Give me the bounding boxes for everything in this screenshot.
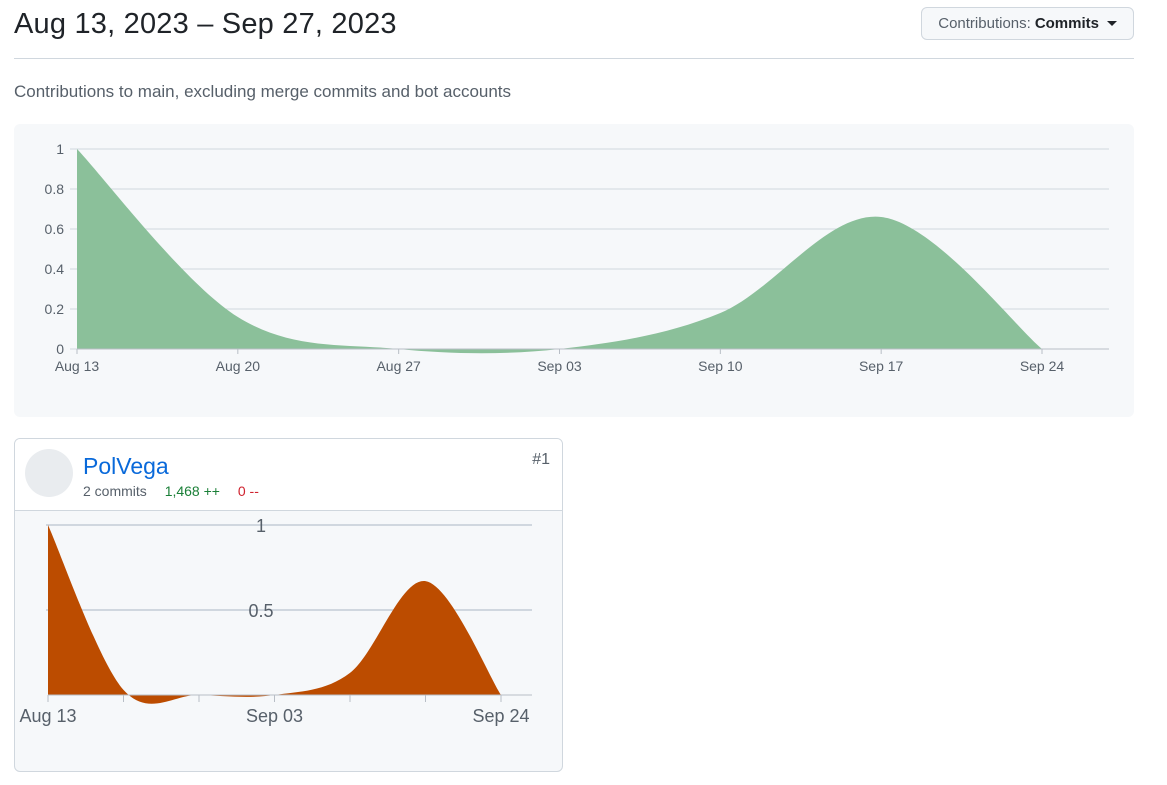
y-tick-label: 1 bbox=[256, 516, 266, 536]
contributor-rank: #1 bbox=[532, 451, 550, 468]
y-tick-label: 0.5 bbox=[248, 601, 273, 621]
contributions-subtitle: Contributions to main, excluding merge c… bbox=[14, 82, 512, 101]
date-range-title: Aug 13, 2023 – Sep 27, 2023 bbox=[14, 8, 397, 40]
contributions-type-button[interactable]: Contributions: Commits bbox=[921, 7, 1134, 40]
contributions-value: Commits bbox=[1034, 15, 1099, 32]
y-tick-label: 1 bbox=[56, 141, 64, 157]
contributions-label: Contributions: bbox=[938, 15, 1031, 32]
x-tick-label: Aug 13 bbox=[55, 358, 100, 374]
commits-overview-chart[interactable]: 0 0.2 0.4 0.6 0.8 1 Aug 13 Aug 20 Aug 27 Sep 03 Se… bbox=[14, 124, 1134, 417]
x-tick-label: Sep 24 bbox=[1020, 358, 1065, 374]
contributor-card: PolVega 2 commits 1,468 ++ 0 -- #1 0.5 1 A… bbox=[14, 438, 563, 772]
commit-count[interactable]: 2 commits bbox=[83, 483, 147, 499]
series-area bbox=[77, 149, 1042, 354]
additions-count: 1,468 ++ bbox=[164, 483, 220, 499]
x-tick-label: Aug 13 bbox=[19, 706, 76, 726]
y-tick-label: 0.4 bbox=[45, 261, 65, 277]
user-avatar-icon[interactable] bbox=[25, 449, 73, 497]
contributor-name-link[interactable]: PolVega bbox=[83, 453, 169, 480]
x-tick-label: Aug 27 bbox=[376, 358, 421, 374]
series-area bbox=[48, 525, 501, 704]
x-tick-label: Sep 24 bbox=[472, 706, 529, 726]
y-tick-label: 0.8 bbox=[45, 181, 65, 197]
deletions-count: 0 -- bbox=[237, 483, 259, 499]
contributor-stats: 2 commits 1,468 ++ 0 -- bbox=[83, 483, 259, 499]
x-tick-label: Sep 03 bbox=[246, 706, 303, 726]
contributor-card-header: PolVega 2 commits 1,468 ++ 0 -- #1 bbox=[15, 439, 562, 511]
contributor-commits-svg: 0.5 1 Aug 13 Sep 03 Sep 24 bbox=[19, 516, 532, 726]
y-tick-label: 0.2 bbox=[45, 301, 65, 317]
y-tick-label: 0 bbox=[56, 341, 64, 357]
x-tick-label: Aug 20 bbox=[216, 358, 261, 374]
x-tick-label: Sep 10 bbox=[698, 358, 743, 374]
commits-overview-svg: 0 0.2 0.4 0.6 0.8 1 Aug 13 Aug 20 Aug 27 Sep 03 Se… bbox=[45, 141, 1109, 374]
page-header: Aug 13, 2023 – Sep 27, 2023 Contribution… bbox=[14, 0, 1134, 59]
caret-down-icon bbox=[1107, 21, 1117, 26]
x-tick-label: Sep 03 bbox=[537, 358, 582, 374]
x-tick-label: Sep 17 bbox=[859, 358, 904, 374]
y-tick-label: 0.6 bbox=[45, 221, 65, 237]
